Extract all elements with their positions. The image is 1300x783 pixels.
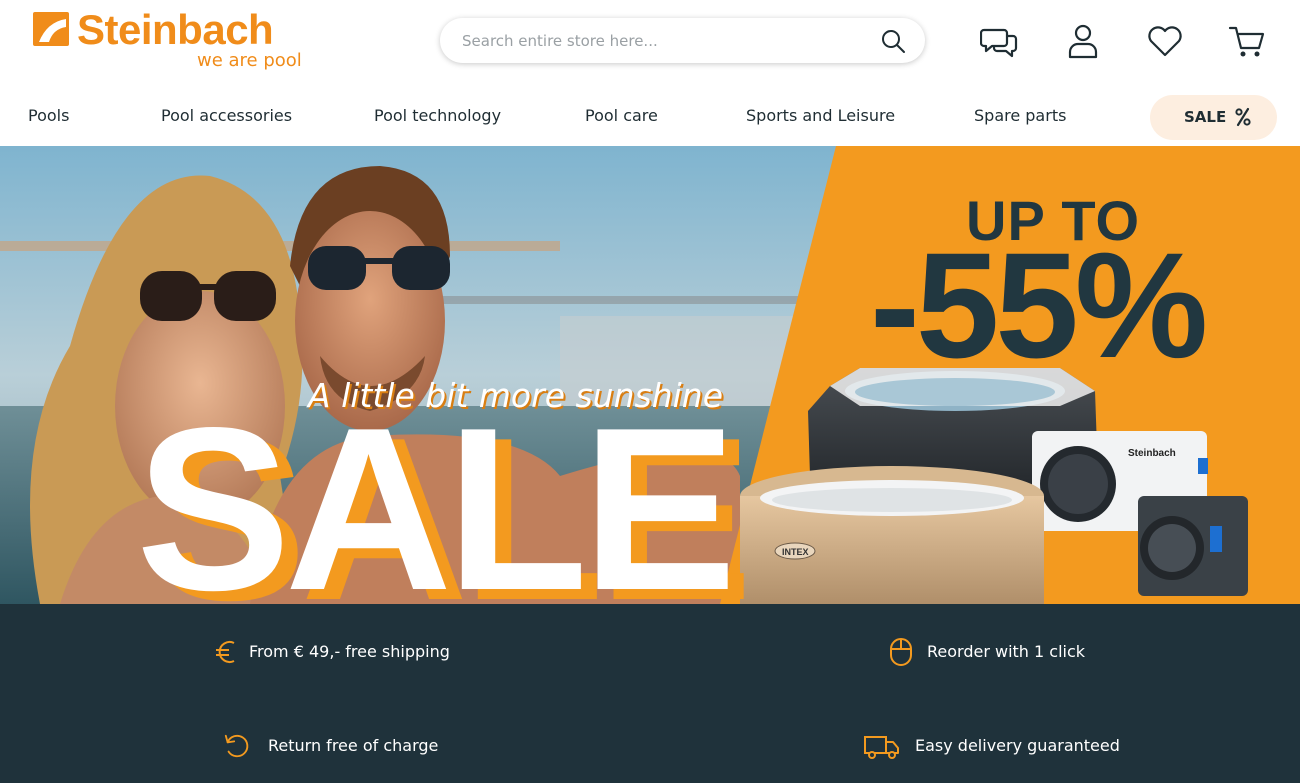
benefit-text: From € 49,- free shipping (249, 642, 450, 661)
nav-item-pools[interactable]: Pools (28, 106, 69, 125)
banner-sale-word: SALE (136, 380, 737, 605)
heatpump-brand-label: Steinbach (1128, 448, 1176, 459)
banner-discount: -55% (870, 221, 1208, 389)
logo-mark-icon (33, 12, 69, 46)
brand-logo[interactable]: Steinbach we are pool (33, 6, 313, 74)
nav-item-pool-technology[interactable]: Pool technology (374, 106, 501, 125)
site-header: Steinbach we are pool (0, 0, 1300, 88)
benefit-text: Easy delivery guaranteed (915, 736, 1120, 755)
chat-icon[interactable] (979, 22, 1020, 60)
brand-name: Steinbach (77, 6, 274, 53)
benefit-text: Reorder with 1 click (927, 642, 1086, 661)
return-arrow-icon (224, 734, 249, 758)
account-icon[interactable] (1063, 22, 1103, 60)
benefits-bar: From € 49,- free shipping Reorder with 1… (0, 604, 1300, 783)
nav-sale-button[interactable]: SALE (1150, 95, 1277, 140)
sale-hero-banner[interactable]: Steinbach INTEX UP TO -55% A little bit … (0, 146, 1300, 604)
nav-item-pool-accessories[interactable]: Pool accessories (161, 106, 292, 125)
delivery-truck-icon (864, 736, 899, 759)
search-icon[interactable] (879, 27, 907, 55)
nav-item-spare-parts[interactable]: Spare parts (974, 106, 1066, 125)
nav-item-pool-care[interactable]: Pool care (585, 106, 658, 125)
percent-icon (1235, 107, 1251, 127)
wishlist-heart-icon[interactable] (1145, 22, 1185, 60)
search-bar (440, 18, 925, 63)
main-navigation: Pools Pool accessories Pool technology P… (0, 88, 1300, 146)
brand-tagline: we are pool (197, 50, 302, 71)
search-input[interactable] (462, 29, 862, 53)
cart-icon[interactable] (1227, 22, 1267, 60)
sale-label: SALE (1184, 108, 1227, 126)
mouse-icon (890, 638, 912, 666)
euro-icon (216, 641, 235, 663)
tub-brand-label: INTEX (782, 547, 809, 557)
benefit-text: Return free of charge (268, 736, 439, 755)
nav-item-sports-and-leisure[interactable]: Sports and Leisure (746, 106, 895, 125)
